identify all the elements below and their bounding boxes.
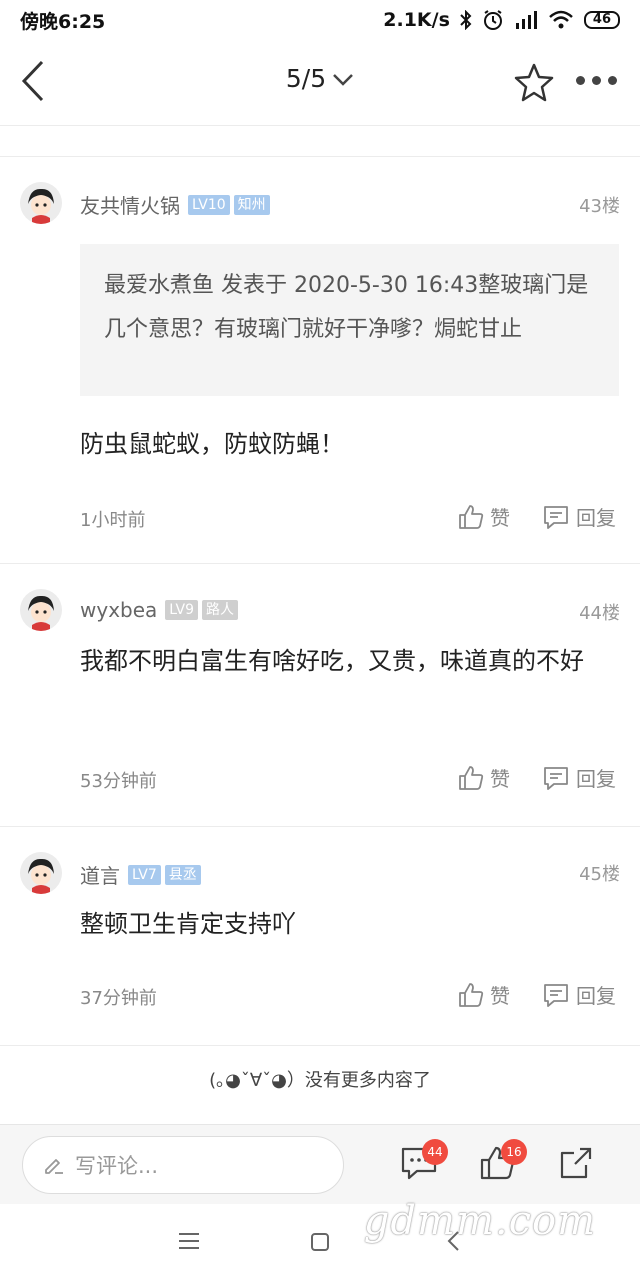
floor-number: 43楼 bbox=[579, 196, 620, 217]
page-indicator: 5/5 bbox=[285, 64, 327, 93]
share-button[interactable] bbox=[558, 1145, 598, 1185]
comment-time: 53分钟前 bbox=[80, 771, 157, 792]
avatar[interactable] bbox=[20, 182, 62, 224]
comment-text: 整顿卫生肯定支持吖 bbox=[80, 910, 296, 938]
comment-time: 1小时前 bbox=[80, 510, 146, 531]
more-options-icon[interactable] bbox=[576, 76, 617, 85]
quoted-reply[interactable]: 最爱水煮鱼 发表于 2020-5-30 16:43整玻璃门是几个意思？有玻璃门就… bbox=[80, 244, 619, 396]
comment-bubble-icon bbox=[544, 766, 568, 790]
comment-item: wyxbea LV9 路人 44楼 我都不明白富生有啥好吃，又贵，味道真的不好 … bbox=[0, 565, 640, 827]
share-icon bbox=[560, 1147, 592, 1179]
reply-label: 回复 bbox=[576, 984, 616, 1008]
comment-count-badge: 44 bbox=[422, 1139, 448, 1165]
reply-button[interactable]: 回复 bbox=[542, 980, 616, 1009]
comment-bubble-icon bbox=[544, 983, 568, 1007]
role-badge: 县丞 bbox=[164, 864, 201, 885]
alarm-icon bbox=[483, 10, 502, 30]
write-comment-placeholder: 写评论... bbox=[75, 1154, 159, 1178]
menu-icon[interactable] bbox=[178, 1232, 200, 1250]
level-badge: LV9 bbox=[165, 600, 199, 620]
like-label: 赞 bbox=[490, 767, 510, 791]
no-more-content-text: (｡◕ˇ∀ˇ◕）没有更多内容了 bbox=[209, 1070, 431, 1091]
status-bar: 傍晚6:25 2.1K/s 46 bbox=[0, 0, 640, 40]
level-badge: LV10 bbox=[188, 194, 230, 215]
watermark-text: gdmm.com bbox=[363, 1198, 596, 1244]
like-button[interactable]: 赞 bbox=[458, 502, 510, 531]
username[interactable]: 道言 bbox=[80, 860, 120, 889]
like-post-button[interactable]: 16 bbox=[479, 1139, 527, 1185]
comments-button[interactable]: 44 bbox=[400, 1139, 448, 1185]
like-label: 赞 bbox=[490, 984, 510, 1008]
like-count-badge: 16 bbox=[501, 1139, 527, 1165]
avatar[interactable] bbox=[20, 589, 62, 631]
chevron-down-icon bbox=[333, 74, 353, 86]
status-time: 傍晚6:25 bbox=[20, 10, 106, 33]
reply-label: 回复 bbox=[576, 767, 616, 791]
reply-button[interactable]: 回复 bbox=[542, 502, 616, 531]
thumbs-up-icon bbox=[459, 982, 484, 1007]
reply-label: 回复 bbox=[576, 506, 616, 530]
top-navbar: 5/5 bbox=[0, 40, 640, 126]
floor-number: 45楼 bbox=[579, 864, 620, 885]
username[interactable]: wyxbea bbox=[80, 598, 157, 622]
comment-time: 37分钟前 bbox=[80, 988, 157, 1009]
comment-item: 友共情火锅 LV10 知州 43楼 最爱水煮鱼 发表于 2020-5-30 16… bbox=[0, 158, 640, 564]
comment-text: 我都不明白富生有啥好吃，又贵，味道真的不好 bbox=[80, 647, 584, 675]
comment-bubble-icon bbox=[544, 505, 568, 529]
role-badge: 路人 bbox=[202, 600, 239, 620]
like-button[interactable]: 赞 bbox=[458, 763, 510, 792]
divider bbox=[0, 127, 640, 157]
bluetooth-icon bbox=[460, 10, 472, 30]
battery-indicator: 46 bbox=[583, 11, 620, 29]
avatar[interactable] bbox=[20, 852, 62, 894]
like-button[interactable]: 赞 bbox=[458, 980, 510, 1009]
thumbs-up-icon bbox=[459, 504, 484, 529]
reply-button[interactable]: 回复 bbox=[542, 763, 616, 792]
favorite-star-icon[interactable] bbox=[514, 62, 554, 102]
comment-text: 防虫鼠蛇蚁，防蚊防蝇！ bbox=[80, 430, 344, 458]
signal-icon bbox=[515, 11, 537, 29]
bottom-action-bar: 写评论... 44 16 bbox=[0, 1124, 640, 1204]
like-label: 赞 bbox=[490, 506, 510, 530]
write-comment-input[interactable]: 写评论... bbox=[22, 1136, 344, 1194]
comment-item: 道言 LV7 县丞 45楼 整顿卫生肯定支持吖 37分钟前 赞 回复 bbox=[0, 828, 640, 1046]
username[interactable]: 友共情火锅 bbox=[80, 190, 180, 219]
floor-number: 44楼 bbox=[579, 603, 620, 624]
network-speed: 2.1K/s bbox=[383, 9, 450, 31]
thumbs-up-icon bbox=[459, 765, 484, 790]
home-icon[interactable] bbox=[310, 1232, 330, 1252]
level-badge: LV7 bbox=[128, 864, 161, 885]
pencil-icon bbox=[45, 1159, 63, 1174]
wifi-icon bbox=[549, 10, 573, 29]
role-badge: 知州 bbox=[233, 194, 270, 215]
